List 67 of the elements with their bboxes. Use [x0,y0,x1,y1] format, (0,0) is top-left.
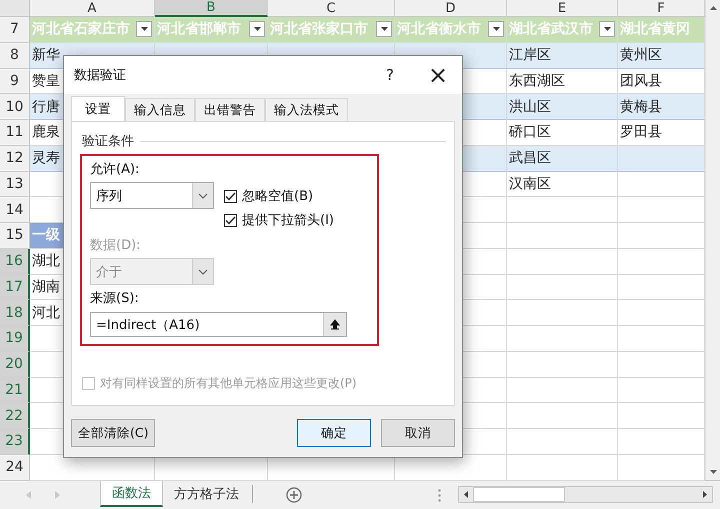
column-header[interactable]: C [268,0,395,17]
row-number[interactable]: 8 [0,42,30,68]
horizontal-scrollbar[interactable] [458,486,713,503]
dialog-button[interactable]: 取消 [381,419,455,447]
filter-dropdown-icon[interactable] [376,21,392,38]
sheet-tab[interactable]: 函数法 [100,481,163,507]
sheet-tab[interactable]: 方方格子法 [163,481,250,507]
row-number[interactable]: 7 [0,17,30,43]
row-number[interactable]: 20 [0,352,30,378]
row-number[interactable]: 24 [0,454,30,480]
row-number[interactable]: 11 [0,120,30,146]
row-number[interactable]: 18 [0,300,30,326]
table-cell: 汉南区 [507,172,618,198]
dialog-title: 数据验证 [74,67,127,84]
row-number[interactable]: 16 [0,248,30,274]
checkbox-label: 对有同样设置的所有其他单元格应用这些更改(P) [100,375,357,392]
checkbox-label: 忽略空值(B) [242,188,314,205]
checkbox[interactable] [224,190,237,202]
header-text: 湖北省黄冈 [620,20,690,38]
table-cell: 武昌区 [507,146,618,172]
table-cell: 洪山区 [507,94,618,120]
arrow-up-icon [330,319,340,330]
filter-dropdown-icon[interactable] [249,21,265,38]
vertical-scrollbar[interactable] [705,0,720,480]
column-header[interactable]: F [618,0,705,17]
column-header[interactable]: A [30,0,155,17]
dialog-tab[interactable]: 出错警告 [195,98,265,121]
row-number[interactable]: 21 [0,378,30,404]
table-cell: 黄梅县 [618,94,705,120]
checkbox[interactable] [224,214,237,226]
header-text: 河北省石家庄市 [32,20,130,38]
header-text: 河北省邯郸市 [157,20,241,38]
row-number[interactable]: 10 [0,94,30,120]
chevron-down-icon [198,268,208,274]
row-number[interactable]: 22 [0,403,30,429]
row-number[interactable]: 9 [0,68,30,94]
dialog-button[interactable]: 确定 [297,419,371,447]
chevron-down-icon [198,192,208,198]
dialog-tab[interactable]: 设置 [71,96,125,121]
dialog-button[interactable]: 全部清除(C) [71,419,156,447]
row-number[interactable]: 15 [0,223,30,249]
table-cell: 江岸区 [507,42,618,68]
close-button[interactable]: × [422,63,454,87]
source-field[interactable]: =Indirect（A16) [90,312,347,337]
row-number[interactable]: 17 [0,274,30,300]
row-number[interactable]: 13 [0,172,30,198]
allow-dropdown[interactable]: 序列 [90,182,214,209]
dialog-tab[interactable]: 输入信息 [125,98,195,121]
collapse-dialog-button[interactable] [323,313,346,336]
table-cell: 黄州区 [618,42,705,68]
header-text: 河北省衡水市 [397,20,481,38]
row-number[interactable]: 23 [0,429,30,455]
row-number[interactable]: 12 [0,146,30,172]
column-header[interactable]: D [395,0,507,17]
checkbox-label: 提供下拉箭头(I) [242,212,334,229]
row-number[interactable]: 19 [0,326,30,352]
dialog-tab[interactable]: 输入法模式 [265,98,348,121]
header-text: 湖北省武汉市 [509,20,593,38]
filter-dropdown-icon[interactable] [488,21,504,38]
filter-dropdown-icon[interactable] [599,21,615,38]
filter-dropdown-icon[interactable] [136,21,152,38]
add-sheet-icon[interactable] [286,487,302,503]
help-button[interactable]: ? [380,66,400,84]
row-number[interactable]: 14 [0,197,30,223]
column-header[interactable]: B [155,0,268,17]
column-header[interactable]: E [507,0,618,17]
header-text: 河北省张家口市 [270,20,368,38]
